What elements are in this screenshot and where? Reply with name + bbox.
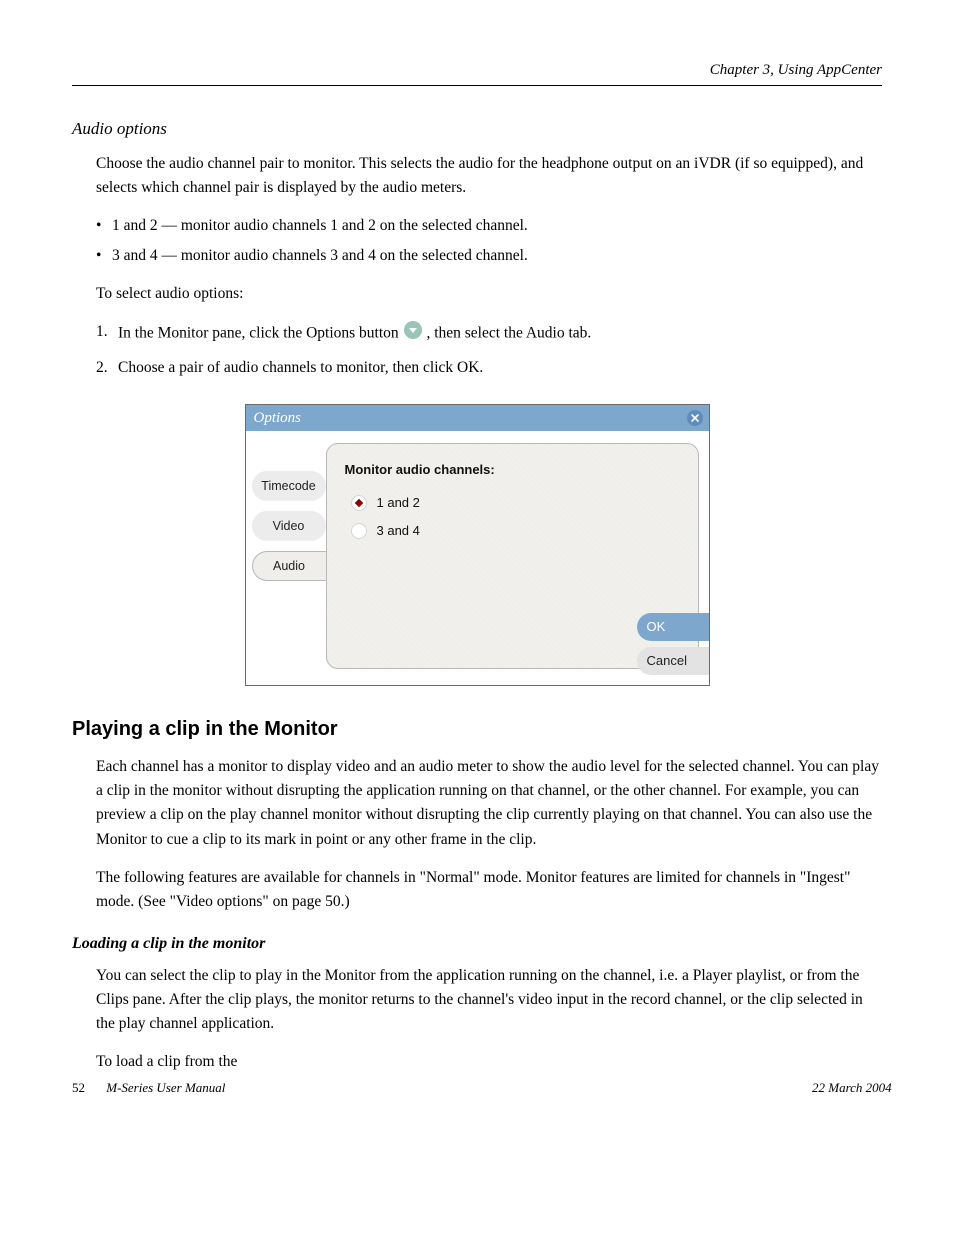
step-2: 2. Choose a pair of audio channels to mo… xyxy=(96,356,882,380)
tab-timecode[interactable]: Timecode xyxy=(252,471,326,501)
intro-paragraph: Choose the audio channel pair to monitor… xyxy=(96,152,882,200)
bullet-dot: • xyxy=(96,244,112,268)
radio-row-1-2[interactable]: 1 and 2 xyxy=(351,493,680,513)
tab-audio[interactable]: Audio xyxy=(252,551,326,581)
step-2-text: Choose a pair of audio channels to monit… xyxy=(118,356,483,380)
radio-label: 3 and 4 xyxy=(377,521,420,541)
section2-p3: You can select the clip to play in the M… xyxy=(96,964,882,1036)
section2-p1: Each channel has a monitor to display vi… xyxy=(96,755,882,851)
radio-icon[interactable] xyxy=(351,523,367,539)
radio-label: 1 and 2 xyxy=(377,493,420,513)
step-number: 1. xyxy=(96,320,118,348)
bullet-dot: • xyxy=(96,214,112,238)
panel-label: Monitor audio channels: xyxy=(345,460,680,480)
options-button-icon xyxy=(403,320,423,348)
step-1-text-tail: , then select the Audio tab. xyxy=(426,325,591,342)
step-1-text-lead: In the Monitor pane, click the Options b… xyxy=(118,325,403,342)
dialog-title: Options xyxy=(254,410,302,426)
page-footer: 52 M-Series User Manual 22 March 2004 xyxy=(72,1080,225,1096)
section-title-audio-options: Audio options xyxy=(72,116,882,142)
page-number: 52 xyxy=(72,1080,85,1095)
bullet-item: • 3 and 4 — monitor audio channels 3 and… xyxy=(96,244,882,268)
radio-icon[interactable] xyxy=(351,495,367,511)
footer-title: M-Series User Manual xyxy=(106,1080,225,1095)
header-chapter: Chapter 3, Using AppCenter xyxy=(72,62,882,79)
subhead-loading-clip: Loading a clip in the monitor xyxy=(72,932,882,957)
footer-date: 22 March 2004 xyxy=(812,1080,892,1096)
tab-video[interactable]: Video xyxy=(252,511,326,541)
step-lead: To select audio options: xyxy=(96,282,882,306)
section-title-playing-clip: Playing a clip in the Monitor xyxy=(72,714,882,745)
options-dialog: Options Timecode Video Audio Monitor aud… xyxy=(245,404,710,686)
bullet-text: 3 and 4 — monitor audio channels 3 and 4… xyxy=(112,244,528,268)
close-icon[interactable] xyxy=(687,410,703,426)
section2-from-lead: To load a clip from the xyxy=(96,1050,882,1074)
dialog-title-bar: Options xyxy=(246,405,709,431)
radio-row-3-4[interactable]: 3 and 4 xyxy=(351,521,680,541)
ok-button[interactable]: OK xyxy=(637,613,709,641)
cancel-button[interactable]: Cancel xyxy=(637,647,709,675)
step-number: 2. xyxy=(96,356,118,380)
bullet-item: • 1 and 2 — monitor audio channels 1 and… xyxy=(96,214,882,238)
step-1: 1. In the Monitor pane, click the Option… xyxy=(96,320,882,348)
header-rule xyxy=(72,85,882,86)
bullet-text: 1 and 2 — monitor audio channels 1 and 2… xyxy=(112,214,528,238)
section2-p2: The following features are available for… xyxy=(96,866,882,914)
